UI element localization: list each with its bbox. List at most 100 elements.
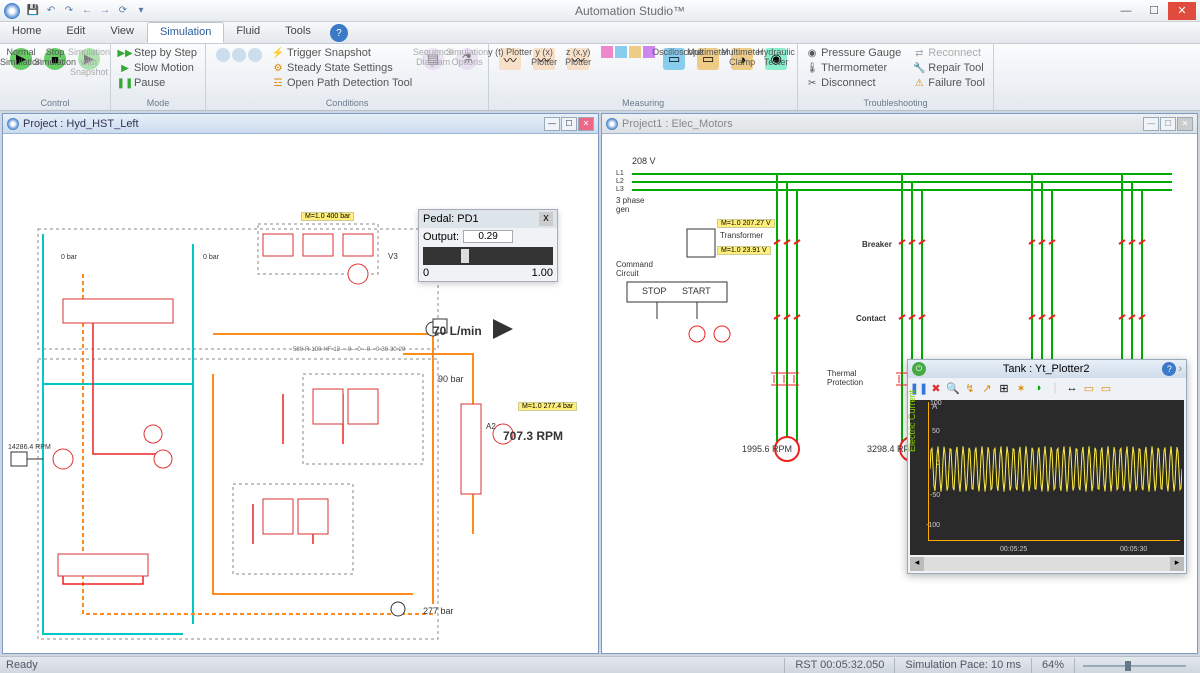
status-zoom[interactable]: 64%: [1031, 658, 1074, 673]
status-rst: RST 00:05:32.050: [784, 658, 894, 673]
transformer-label: Transformer: [720, 231, 763, 240]
plotter-scrollbar[interactable]: ◂ ▸: [910, 557, 1184, 571]
plotter-expand-icon[interactable]: ›: [1178, 363, 1182, 375]
plotter-stop-icon[interactable]: ✖: [929, 381, 943, 395]
doc-window-electrical: Project1 : Elec_Motors — ☐ ✕: [601, 113, 1198, 654]
qat-save-icon[interactable]: 💾: [26, 4, 40, 18]
disconnect-button[interactable]: ✂Disconnect: [804, 76, 903, 90]
start-label: START: [682, 286, 711, 296]
stop-simulation-button[interactable]: ■ Stop Simulation: [40, 46, 70, 72]
tab-home[interactable]: Home: [0, 22, 54, 43]
plotter-power-icon[interactable]: ⏻: [912, 362, 926, 376]
menubar: Home Edit View Simulation Fluid Tools ?: [0, 22, 1200, 44]
sequence-diagram-button[interactable]: ▤Sequence Diagram: [418, 46, 448, 72]
plotter-window[interactable]: ⏻ Tank : Yt_Plotter2 ? › ❚❚ ✖ 🔍 ↯ ↗ ⊞ ✶ …: [907, 359, 1187, 574]
tab-tools[interactable]: Tools: [273, 22, 324, 43]
pedal-output-input[interactable]: [463, 230, 513, 243]
plotter-zoom-icon[interactable]: 🔍: [946, 381, 960, 395]
pedal-title: Pedal: PD1x: [419, 210, 557, 228]
close-button[interactable]: ✕: [1168, 2, 1196, 20]
plotter-tool-4-icon[interactable]: ✶: [1014, 381, 1028, 395]
simulation-options-button[interactable]: ⚗Simulation Options: [452, 46, 482, 72]
quick-access-toolbar: 💾 ↶ ↷ ← → ⟳ ▾: [26, 4, 148, 18]
failure-tool-button[interactable]: ⚠Failure Tool: [911, 76, 987, 90]
open-path-button[interactable]: ☲Open Path Detection Tool: [270, 76, 414, 90]
settings-icon: ⚙: [272, 62, 284, 74]
doc-titlebar-2[interactable]: Project1 : Elec_Motors — ☐ ✕: [602, 114, 1197, 134]
doc-max-1[interactable]: ☐: [561, 117, 577, 131]
qat-fwd-icon[interactable]: →: [98, 4, 112, 18]
tab-fluid[interactable]: Fluid: [224, 22, 273, 43]
plotter-scroll-right[interactable]: ▸: [1170, 557, 1184, 571]
help-icon[interactable]: ?: [330, 24, 348, 42]
plotter-tool-5-icon[interactable]: ◑: [1031, 381, 1045, 395]
step-by-step-button[interactable]: ▶▶Step by Step: [117, 46, 199, 60]
normal-simulation-button[interactable]: ▶ Normal Simulation: [6, 46, 36, 72]
ribbon-group-mode: ▶▶Step by Step ▶Slow Motion ❚❚Pause Mode: [111, 44, 206, 110]
qat-dropdown-icon[interactable]: ▾: [134, 4, 148, 18]
qat-refresh-icon[interactable]: ⟳: [116, 4, 130, 18]
doc-titlebar-1[interactable]: Project : Hyd_HST_Left — ☐ ✕: [3, 114, 598, 134]
hydraulic-canvas[interactable]: M=1.0 400 bar M=1.0 277.4 bar 0 bar 0 ba…: [3, 134, 598, 653]
ribbon-group-control: ▶ Normal Simulation ■ Stop Simulation ▶ …: [0, 44, 111, 110]
plotter-tool-3-icon[interactable]: ⊞: [997, 381, 1011, 395]
meas-mini-3-icon[interactable]: [629, 46, 641, 58]
simulation-snapshot-button[interactable]: ▶ Simulation with Snapshot: [74, 46, 104, 72]
bolt-icon: ⚡: [272, 47, 284, 59]
meas-mini-1-icon[interactable]: [601, 46, 613, 58]
plotter-tool-6-icon[interactable]: ↔: [1065, 381, 1079, 395]
ribbon-group-measuring: 〰y (t) Plotter 〰y (x) Plotter 〰z (x,y) P…: [489, 44, 798, 110]
plotter-tool-2-icon[interactable]: ↗: [980, 381, 994, 395]
hydraulic-tester-button[interactable]: ◉Hydraulic Tester: [761, 46, 791, 72]
cmd-label: Command Circuit: [616, 260, 653, 278]
plotter-tool-1-icon[interactable]: ↯: [963, 381, 977, 395]
port-a2-label: A2: [486, 422, 496, 431]
doc-max-2[interactable]: ☐: [1160, 117, 1176, 131]
maximize-button[interactable]: ☐: [1140, 2, 1168, 20]
zoom-slider[interactable]: [1074, 658, 1194, 673]
thermometer-button[interactable]: 🌡Thermometer: [804, 61, 903, 75]
yt-plotter-button[interactable]: 〰y (t) Plotter: [495, 46, 525, 72]
doc-logo-icon: [7, 118, 19, 130]
electrical-canvas[interactable]: 208 V L1 L2 L3 3 phase gen Transformer B…: [602, 134, 1197, 653]
multimeter-button[interactable]: ▭Multimeter: [693, 46, 723, 72]
tab-simulation[interactable]: Simulation: [147, 22, 224, 43]
tab-edit[interactable]: Edit: [54, 22, 98, 43]
conditions-icons[interactable]: [212, 46, 266, 64]
qat-back-icon[interactable]: ←: [80, 4, 94, 18]
zxy-plotter-button[interactable]: 〰z (x,y) Plotter: [563, 46, 593, 72]
steady-state-button[interactable]: ⚙Steady State Settings: [270, 61, 414, 75]
oscilloscope-button[interactable]: ▭Oscilloscope: [659, 46, 689, 72]
doc-min-2[interactable]: —: [1143, 117, 1159, 131]
tab-view[interactable]: View: [98, 22, 147, 43]
yx-plotter-button[interactable]: 〰y (x) Plotter: [529, 46, 559, 72]
plotter-tool-7-icon[interactable]: ▭: [1082, 381, 1096, 395]
pedal-close-button[interactable]: x: [539, 212, 553, 226]
doc-min-1[interactable]: —: [544, 117, 560, 131]
plotter-titlebar[interactable]: ⏻ Tank : Yt_Plotter2 ? ›: [908, 360, 1186, 378]
trigger-snapshot-button[interactable]: ⚡Trigger Snapshot: [270, 46, 414, 60]
pressure-gauge-button[interactable]: ◉Pressure Gauge: [804, 46, 903, 60]
doc-close-2[interactable]: ✕: [1177, 117, 1193, 131]
pedal-slider[interactable]: [423, 247, 553, 265]
l1-label: L1: [616, 170, 624, 177]
meas-mini-2-icon[interactable]: [615, 46, 627, 58]
minimize-button[interactable]: —: [1112, 2, 1140, 20]
reconnect-button[interactable]: ⇄Reconnect: [911, 46, 987, 60]
repair-tool-button[interactable]: 🔧Repair Tool: [911, 61, 987, 75]
qat-redo-icon[interactable]: ↷: [62, 4, 76, 18]
plotter-tool-8-icon[interactable]: ▭: [1099, 381, 1113, 395]
pedal-panel[interactable]: Pedal: PD1x Output: 01.00: [418, 209, 558, 282]
multimeter-clamp-button[interactable]: ◑Multimeter Clamp: [727, 46, 757, 72]
app-logo-icon: [4, 3, 20, 19]
slow-motion-button[interactable]: ▶Slow Motion: [117, 61, 199, 75]
plotter-help-icon[interactable]: ?: [1162, 362, 1176, 376]
ribbon-group-troubleshooting: ◉Pressure Gauge ⇄Reconnect 🌡Thermometer …: [798, 44, 994, 110]
step-icon: ▶▶: [119, 47, 131, 59]
qat-undo-icon[interactable]: ↶: [44, 4, 58, 18]
pause-button[interactable]: ❚❚Pause: [117, 76, 199, 90]
plotter-scroll-left[interactable]: ◂: [910, 557, 924, 571]
doc-close-1[interactable]: ✕: [578, 117, 594, 131]
rpm-label: 707.3 RPM: [503, 429, 563, 443]
titlebar: 💾 ↶ ↷ ← → ⟳ ▾ Automation Studio™ — ☐ ✕: [0, 0, 1200, 22]
